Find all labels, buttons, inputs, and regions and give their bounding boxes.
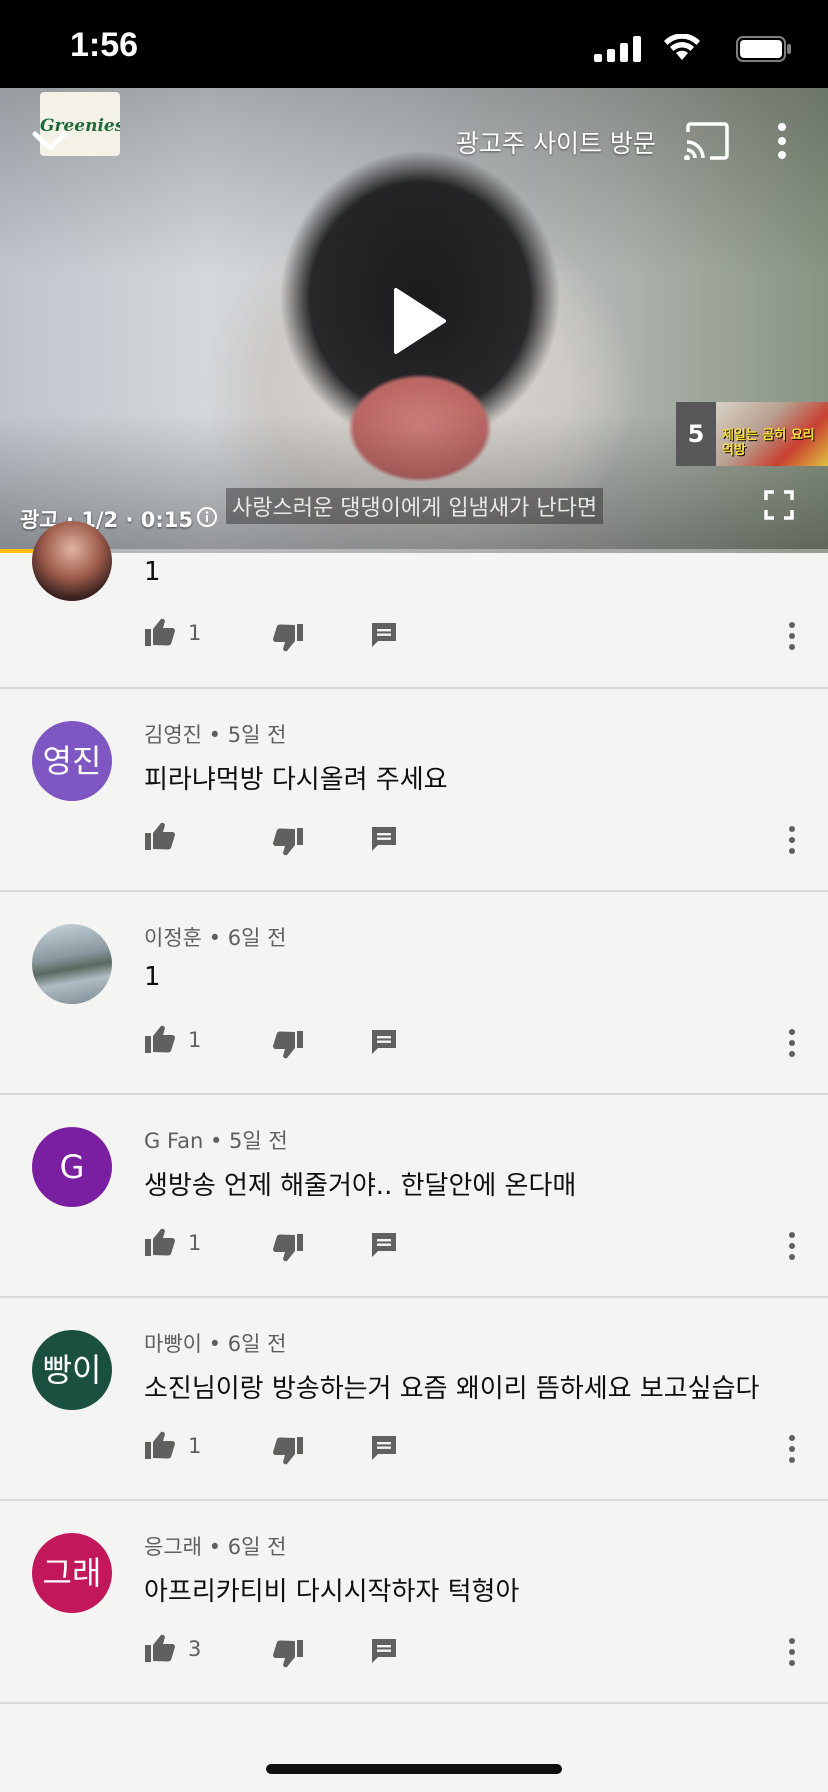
comment-actions: 1 <box>0 1227 828 1267</box>
comment-meta: 응그래 • 6일 전 <box>144 1531 286 1561</box>
up-next-image: 제일는 곰히 요리 먹방 <box>716 402 828 466</box>
more-vert-icon[interactable] <box>788 621 796 651</box>
up-next-thumbnail[interactable]: 5 제일는 곰히 요리 먹방 <box>676 402 828 466</box>
comment-author[interactable]: 응그래 <box>144 1535 202 1559</box>
comment-actions <box>0 821 828 861</box>
comment-author[interactable]: 마빵이 <box>144 1332 202 1356</box>
comment-item: G G Fan • 5일 전 생방송 언제 해줄거야.. 한달안에 온다매 1 <box>0 1095 828 1298</box>
video-player[interactable]: Greenies 광고주 사이트 방문 5 제일는 곰히 요리 먹방 광고 · … <box>0 88 828 553</box>
up-next-image-text: 제일는 곰히 요리 먹방 <box>722 428 815 458</box>
reply-icon[interactable] <box>370 1231 398 1259</box>
comment-actions: 1 <box>0 1430 828 1470</box>
more-vert-icon[interactable] <box>776 122 788 160</box>
thumb-up-icon[interactable] <box>144 617 176 647</box>
avatar-initials: 그래 <box>42 1554 102 1592</box>
comment-item: 이정훈 • 6일 전 1 1 <box>0 892 828 1095</box>
cast-icon[interactable] <box>684 122 730 160</box>
battery-icon <box>736 36 791 62</box>
comment-separator: • <box>201 723 228 747</box>
comment-text: 생방송 언제 해줄거야.. 한달안에 온다매 <box>144 1171 577 1201</box>
comment-text: 피라냐먹방 다시올려 주세요 <box>144 765 448 795</box>
reply-icon[interactable] <box>370 621 398 649</box>
thumb-down-icon[interactable] <box>272 1436 304 1466</box>
comment-item: • 1 1 <box>0 521 828 689</box>
more-vert-icon[interactable] <box>788 1028 796 1058</box>
comment-item: 그래 응그래 • 6일 전 아프리카티비 다시시작하자 턱형아 3 <box>0 1501 828 1704</box>
up-next-count: 5 <box>676 402 716 466</box>
reply-icon[interactable] <box>370 825 398 853</box>
thumb-down-icon[interactable] <box>272 1639 304 1669</box>
comment-item: 빵이 마빵이 • 6일 전 소진님이랑 방송하는거 요즘 왜이리 뜸하세요 보고… <box>0 1298 828 1501</box>
comment-actions: 1 <box>0 617 828 657</box>
comment-author[interactable]: G Fan <box>144 1129 203 1153</box>
comment-time: 6일 전 <box>227 1535 287 1559</box>
thumb-down-icon[interactable] <box>272 827 304 857</box>
fullscreen-icon[interactable] <box>764 490 794 520</box>
avatar[interactable]: 영진 <box>32 721 112 801</box>
thumb-up-icon[interactable] <box>144 1024 176 1054</box>
avatar-initials: 빵이 <box>42 1351 102 1389</box>
avatar[interactable]: 그래 <box>32 1533 112 1613</box>
ad-subtitle: 사랑스러운 댕댕이에게 입냄새가 난다면 <box>226 488 604 524</box>
thumb-up-icon[interactable] <box>144 1633 176 1663</box>
comment-meta: 이정훈 • 6일 전 <box>144 922 286 952</box>
like-count: 1 <box>188 621 202 645</box>
comment-meta: G Fan • 5일 전 <box>144 1125 288 1155</box>
comment-text: 1 <box>144 962 161 992</box>
more-vert-icon[interactable] <box>788 1637 796 1667</box>
avatar[interactable]: 빵이 <box>32 1330 112 1410</box>
more-vert-icon[interactable] <box>788 1434 796 1464</box>
home-indicator[interactable] <box>266 1764 562 1774</box>
comment-separator: • <box>201 1332 228 1356</box>
thumb-down-icon[interactable] <box>272 1233 304 1263</box>
signal-icon <box>594 36 641 62</box>
comment-text: 아프리카티비 다시시작하자 턱형아 <box>144 1577 520 1607</box>
avatar[interactable]: G <box>32 1127 112 1207</box>
reply-icon[interactable] <box>370 1434 398 1462</box>
avatar-initials: 영진 <box>42 742 102 780</box>
thumb-down-icon[interactable] <box>272 1030 304 1060</box>
comment-item: 영진 김영진 • 5일 전 피라냐먹방 다시올려 주세요 <box>0 689 828 892</box>
thumb-up-icon[interactable] <box>144 1430 176 1460</box>
reply-icon[interactable] <box>370 1028 398 1056</box>
comment-separator: • <box>203 1129 230 1153</box>
comment-time: 5일 전 <box>229 1129 288 1153</box>
status-time: 1:56 <box>70 26 139 64</box>
comment-time: 6일 전 <box>227 1332 287 1356</box>
comment-author[interactable]: 김영진 <box>144 723 202 747</box>
comment-actions: 3 <box>0 1633 828 1673</box>
like-count: 1 <box>188 1231 202 1255</box>
thumb-up-icon[interactable] <box>144 821 176 851</box>
comment-meta: 김영진 • 5일 전 <box>144 719 286 749</box>
info-icon[interactable] <box>196 506 218 528</box>
comment-text: 소진님이랑 방송하는거 요즘 왜이리 뜸하세요 보고싶습다 <box>144 1374 760 1404</box>
reply-icon[interactable] <box>370 1637 398 1665</box>
avatar[interactable] <box>32 924 112 1004</box>
avatar-initials: G <box>59 1148 85 1186</box>
like-count: 1 <box>188 1434 202 1458</box>
comments-list: • 1 1 영진 김영진 • 5일 전 <box>0 521 828 1704</box>
comment-separator: • <box>201 926 228 950</box>
like-count: 1 <box>188 1028 202 1052</box>
comment-actions: 1 <box>0 1024 828 1064</box>
play-icon[interactable] <box>392 286 448 356</box>
comment-meta: 마빵이 • 6일 전 <box>144 1328 286 1358</box>
thumb-up-icon[interactable] <box>144 1227 176 1257</box>
comment-time: 6일 전 <box>227 926 287 950</box>
visit-advertiser-link[interactable]: 광고주 사이트 방문 <box>456 124 656 160</box>
thumb-down-icon[interactable] <box>272 623 304 653</box>
comment-separator: • <box>201 1535 228 1559</box>
comment-time: 5일 전 <box>227 723 287 747</box>
comment-text: 1 <box>144 557 161 587</box>
more-vert-icon[interactable] <box>788 1231 796 1261</box>
wifi-icon <box>664 34 700 60</box>
comment-author[interactable]: 이정훈 <box>144 926 202 950</box>
like-count: 3 <box>188 1637 202 1661</box>
more-vert-icon[interactable] <box>788 825 796 855</box>
status-bar: 1:56 <box>0 0 828 88</box>
avatar[interactable] <box>32 521 112 601</box>
chevron-down-icon[interactable] <box>30 128 70 154</box>
